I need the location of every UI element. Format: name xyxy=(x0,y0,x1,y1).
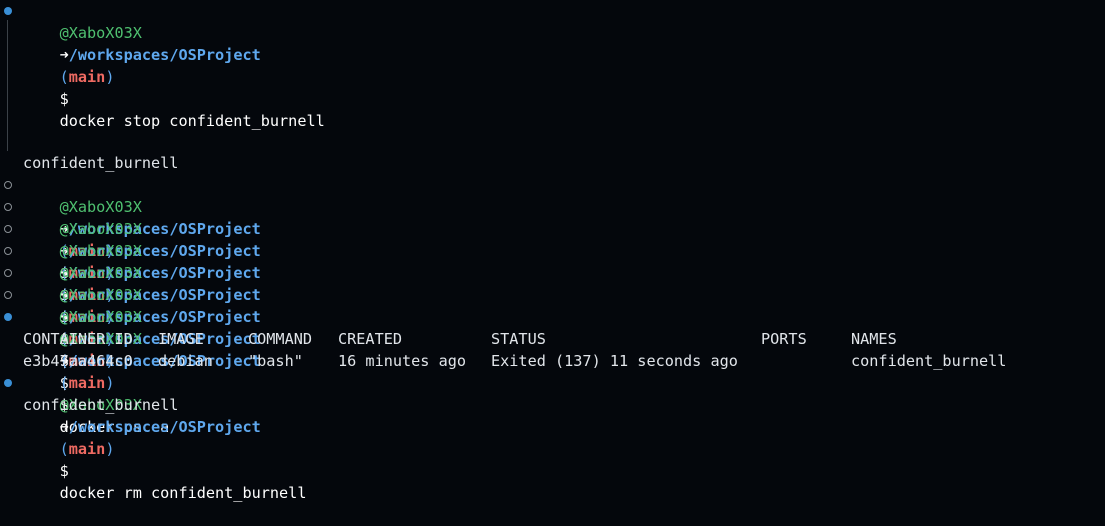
command-empty-marker[interactable] xyxy=(4,291,12,299)
prompt-paren-close: ) xyxy=(105,68,115,86)
command-text: docker stop confident_burnell xyxy=(59,112,325,130)
command-empty-marker[interactable] xyxy=(4,247,12,255)
prompt-line-stop: @XaboX03X ➜/workspaces/OSProject (main) … xyxy=(23,0,325,130)
command-empty-marker[interactable] xyxy=(4,181,12,189)
ps-cell-names: confident_burnell xyxy=(851,352,1007,370)
prompt-paren-open: ( xyxy=(59,440,69,458)
ps-header-ports: PORTS xyxy=(761,330,807,348)
prompt-paren-open: ( xyxy=(59,68,69,86)
command-success-marker[interactable] xyxy=(4,379,12,387)
ps-header-created: CREATED xyxy=(338,330,403,348)
ps-header-status: STATUS xyxy=(491,330,546,348)
command-output-gutter xyxy=(7,20,8,151)
ps-cell-command: "bash" xyxy=(248,352,303,370)
ps-cell-created: 16 minutes ago xyxy=(338,352,467,370)
ps-header-command: COMMAND xyxy=(248,330,313,348)
prompt-line-ps: @XaboX03X ➜/workspaces/OSProject (main) … xyxy=(23,306,261,436)
command-success-marker[interactable] xyxy=(4,7,12,15)
ps-header-image: IMAGE xyxy=(158,330,204,348)
command-empty-marker[interactable] xyxy=(4,269,12,277)
prompt-line-rm: @XaboX03X ➜/workspaces/OSProject (main) … xyxy=(23,372,307,502)
ps-cell-status: Exited (137) 11 seconds ago xyxy=(491,352,738,370)
command-empty-marker[interactable] xyxy=(4,203,12,211)
command-empty-marker[interactable] xyxy=(4,225,12,233)
prompt-line-empty: @XaboX03X ➜/workspaces/OSProject (main) … xyxy=(23,262,261,370)
prompt-path: /workspaces/OSProject xyxy=(68,418,261,436)
ps-header-names: NAMES xyxy=(851,330,897,348)
prompt-arrow-icon: ➜ xyxy=(59,418,69,436)
ps-header-container-id: CONTAINER ID xyxy=(23,330,133,348)
prompt-line-empty: @XaboX03X ➜/workspaces/OSProject (main) … xyxy=(23,174,261,282)
prompt-line-empty: @XaboX03X ➜/workspaces/OSProject (main) … xyxy=(23,196,261,304)
ps-cell-container-id: e3b47aa464c0 xyxy=(23,352,133,370)
prompt-dollar: $ xyxy=(59,462,69,480)
prompt-branch: main xyxy=(68,68,106,86)
prompt-paren-close: ) xyxy=(105,440,115,458)
prompt-line-empty: @XaboX03X ➜/workspaces/OSProject (main) … xyxy=(23,284,261,392)
ps-cell-image: debian xyxy=(158,352,213,370)
command-output: confident_burnell xyxy=(23,154,179,172)
prompt-user: @XaboX03X xyxy=(59,24,142,42)
prompt-path: /workspaces/OSProject xyxy=(68,46,261,64)
command-text: docker rm confident_burnell xyxy=(59,484,307,502)
command-output: confident_burnell xyxy=(23,396,179,414)
prompt-line-empty: @XaboX03X ➜/workspaces/OSProject (main) … xyxy=(23,218,261,326)
prompt-dollar: $ xyxy=(59,90,69,108)
prompt-line-empty: @XaboX03X ➜/workspaces/OSProject (main) … xyxy=(23,240,261,348)
terminal-panel[interactable]: @XaboX03X ➜/workspaces/OSProject (main) … xyxy=(0,0,1105,502)
prompt-arrow-icon: ➜ xyxy=(59,46,69,64)
prompt-branch: main xyxy=(68,440,106,458)
command-success-marker[interactable] xyxy=(4,313,12,321)
